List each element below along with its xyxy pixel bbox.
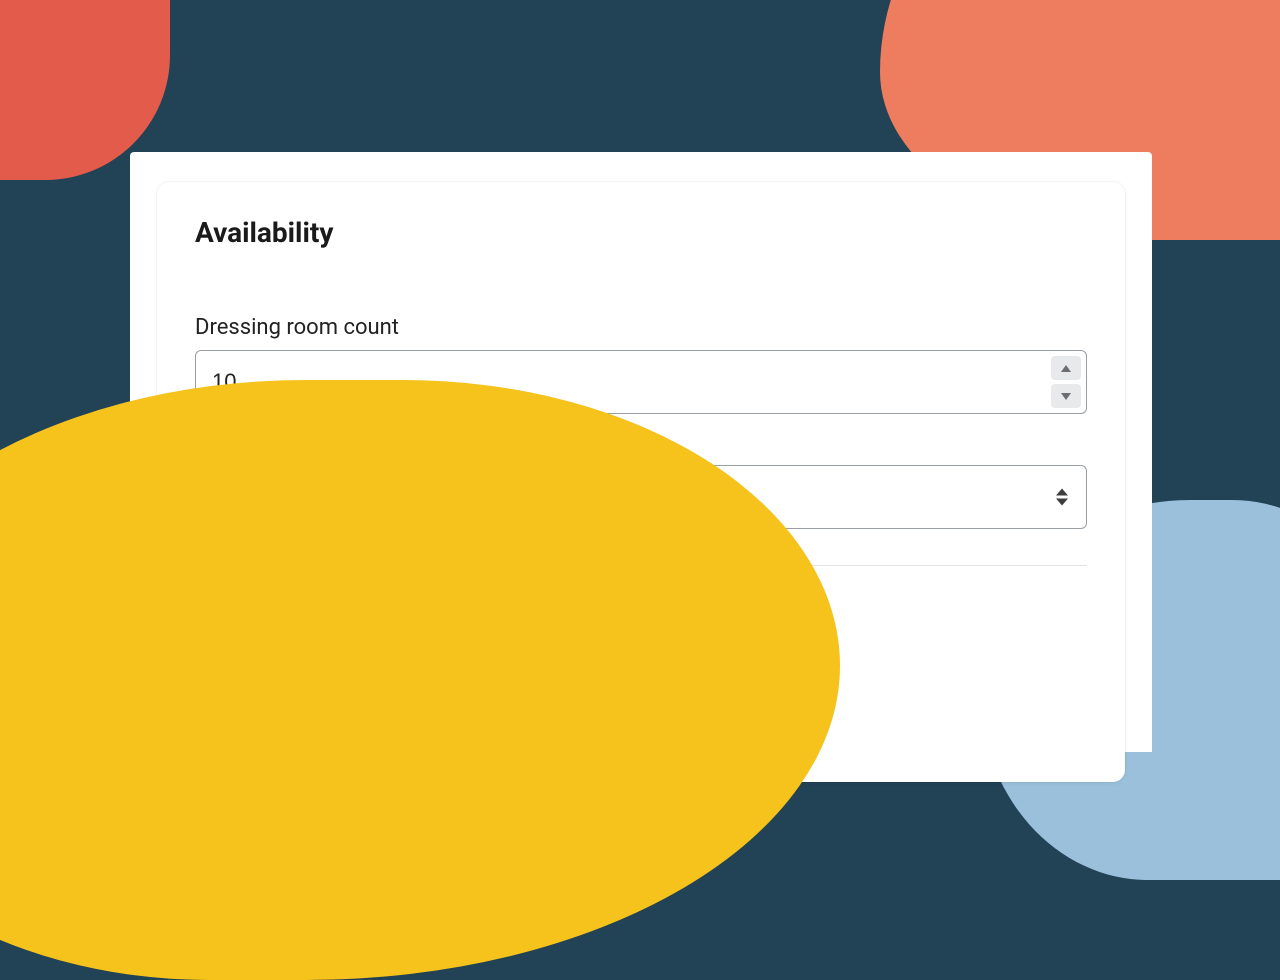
select-arrows-icon [1056, 489, 1068, 506]
number-spinner [1051, 356, 1081, 408]
dressing-room-count-label: Dressing room count [195, 315, 1087, 340]
chevron-down-icon [1061, 393, 1071, 400]
section-title: Availability [195, 216, 1087, 249]
chevron-up-icon [1061, 365, 1071, 372]
increment-button[interactable] [1051, 356, 1081, 380]
decrement-button[interactable] [1051, 384, 1081, 408]
decorative-blob [0, 380, 840, 980]
